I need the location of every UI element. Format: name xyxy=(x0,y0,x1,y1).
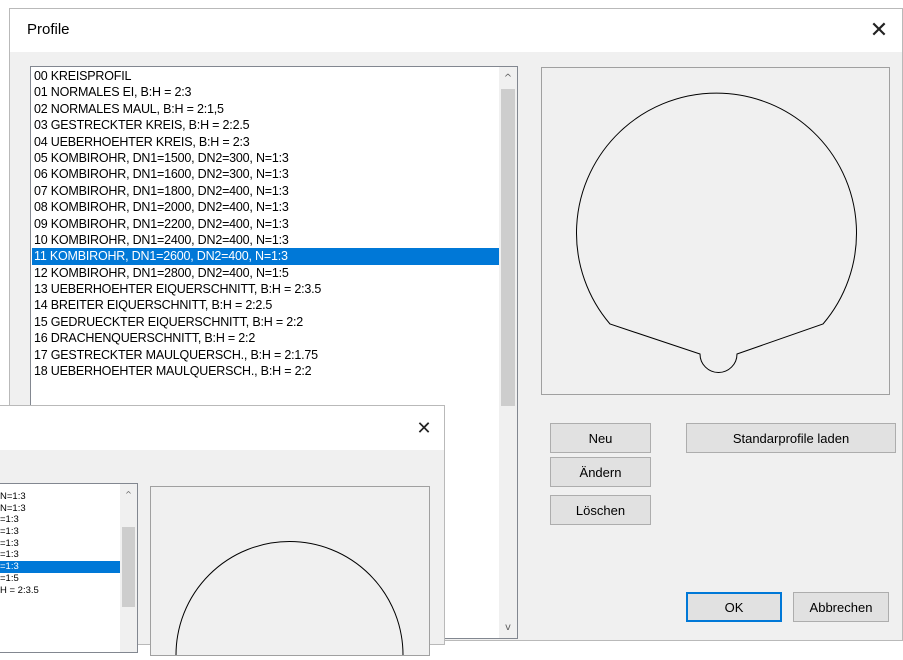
list-item[interactable]: 05 KOMBIROHR, DN1=1500, DN2=300, N=1:3 xyxy=(32,150,499,166)
list-item[interactable]: 15 GEDRUECKTER EIQUERSCHNITT, B:H = 2:2 xyxy=(32,314,499,330)
dialog-title: Profile xyxy=(27,21,70,38)
list-item[interactable]: 08 KOMBIROHR, DN1=2000, DN2=400, N=1:3 xyxy=(32,199,499,215)
list-item[interactable]: =1:3 xyxy=(0,514,120,526)
list-item[interactable]: N=1:3 xyxy=(0,503,120,515)
list-item[interactable]: 11 KOMBIROHR, DN1=2600, DN2=400, N=1:3 xyxy=(32,248,499,265)
list-item[interactable]: 09 KOMBIROHR, DN1=2200, DN2=400, N=1:3 xyxy=(32,216,499,232)
list-item[interactable]: =1:3 xyxy=(0,526,120,538)
background-profile-list[interactable]: N=1:3 N=1:3 =1:3 =1:3 =1:3 =1:3 =1:3 =1:5 H = 2:… xyxy=(0,483,138,653)
profile-shape-drawing xyxy=(576,92,857,373)
new-button[interactable]: Neu xyxy=(550,423,651,453)
load-standard-profiles-button[interactable]: Standarprofile laden xyxy=(686,423,896,453)
close-icon[interactable]: ✕ xyxy=(856,9,902,52)
list-item[interactable]: 13 UEBERHOEHTER EIQUERSCHNITT, B:H = 2:3… xyxy=(32,281,499,297)
background-title-bar: ✕ xyxy=(0,406,444,450)
profile-list-items: 00 KREISPROFIL 01 NORMALES EI, B:H = 2:3 0… xyxy=(32,68,499,379)
list-item[interactable]: =1:3 xyxy=(0,561,120,573)
list-item[interactable]: =1:3 xyxy=(0,538,120,550)
close-icon[interactable]: ✕ xyxy=(404,406,444,450)
list-item[interactable]: 12 KOMBIROHR, DN1=2800, DN2=400, N=1:5 xyxy=(32,265,499,281)
list-item[interactable]: N=1:3 xyxy=(0,491,120,503)
list-item[interactable]: 02 NORMALES MAUL, B:H = 2:1,5 xyxy=(32,101,499,117)
background-profile-preview xyxy=(150,486,430,656)
background-list-scrollbar[interactable]: ^ xyxy=(120,484,137,652)
title-bar: Profile ✕ xyxy=(10,9,902,52)
ok-button[interactable]: OK xyxy=(686,592,782,622)
list-item[interactable]: 06 KOMBIROHR, DN1=1600, DN2=300, N=1:3 xyxy=(32,166,499,182)
scroll-thumb[interactable] xyxy=(122,527,135,607)
background-profile-drawing xyxy=(175,541,404,656)
list-item[interactable]: 01 NORMALES EI, B:H = 2:3 xyxy=(32,84,499,100)
list-item[interactable]: 10 KOMBIROHR, DN1=2400, DN2=400, N=1:3 xyxy=(32,232,499,248)
list-item[interactable]: =1:5 xyxy=(0,573,120,585)
cancel-button[interactable]: Abbrechen xyxy=(793,592,889,622)
list-item[interactable]: H = 2:3.5 xyxy=(0,585,120,597)
list-scrollbar[interactable]: ^ v xyxy=(499,67,517,638)
scroll-up-icon[interactable]: ^ xyxy=(499,69,517,87)
list-item[interactable]: =1:3 xyxy=(0,549,120,561)
background-dialog: ✕ N=1:3 N=1:3 =1:3 =1:3 =1:3 =1:3 =1:3 =1:5 H = … xyxy=(0,405,445,656)
list-item[interactable]: 03 GESTRECKTER KREIS, B:H = 2:2.5 xyxy=(32,117,499,133)
list-item[interactable]: 00 KREISPROFIL xyxy=(32,68,499,84)
list-item[interactable]: 18 UEBERHOEHTER MAULQUERSCH., B:H = 2:2 xyxy=(32,363,499,379)
list-item[interactable]: 07 KOMBIROHR, DN1=1800, DN2=400, N=1:3 xyxy=(32,183,499,199)
scroll-down-icon[interactable]: v xyxy=(499,618,517,636)
background-list-items: N=1:3 N=1:3 =1:3 =1:3 =1:3 =1:3 =1:3 =1:5 H = 2:… xyxy=(0,491,120,596)
list-item[interactable]: 04 UEBERHOEHTER KREIS, B:H = 2:3 xyxy=(32,134,499,150)
list-item[interactable]: 17 GESTRECKTER MAULQUERSCH., B:H = 2:1.7… xyxy=(32,347,499,363)
delete-button[interactable]: Löschen xyxy=(550,495,651,525)
scroll-up-icon[interactable]: ^ xyxy=(120,488,137,500)
profile-preview xyxy=(541,67,890,395)
edit-button[interactable]: Ändern xyxy=(550,457,651,487)
scroll-thumb[interactable] xyxy=(501,89,515,406)
list-item[interactable]: 16 DRACHENQUERSCHNITT, B:H = 2:2 xyxy=(32,330,499,346)
list-item[interactable]: 14 BREITER EIQUERSCHNITT, B:H = 2:2.5 xyxy=(32,297,499,313)
